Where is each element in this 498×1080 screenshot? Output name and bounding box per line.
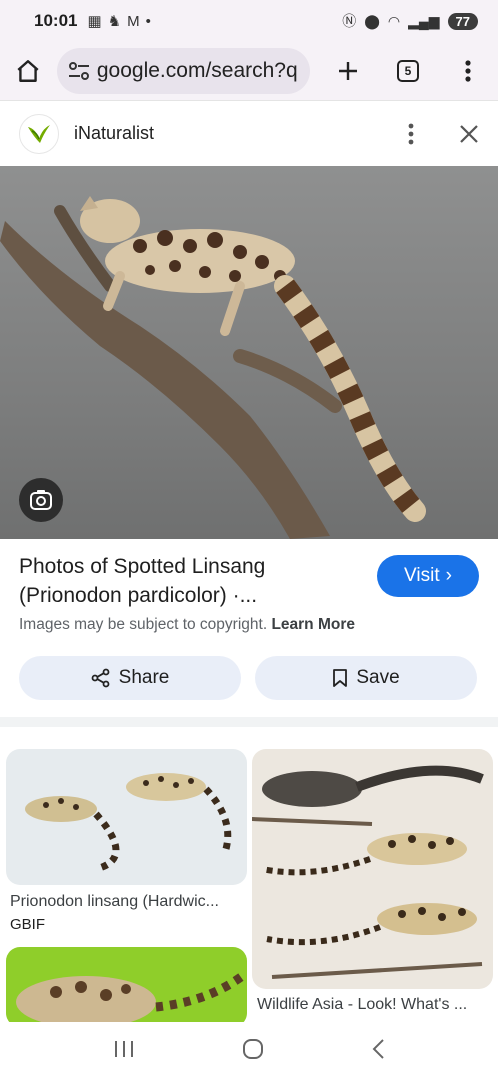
share-label: Share (118, 667, 170, 688)
save-label: Save (356, 667, 400, 688)
calendar-icon: ▦ (87, 13, 102, 30)
lens-icon (30, 490, 52, 510)
source-name: iNaturalist (74, 123, 155, 143)
nfc-icon: Ⓝ (342, 13, 357, 29)
learn-more-link[interactable]: Learn More (271, 616, 355, 633)
visit-label: Visit (404, 565, 440, 586)
save-button[interactable]: Save (255, 656, 477, 700)
result-image[interactable] (0, 166, 498, 539)
tabs-button[interactable]: 5 (378, 42, 438, 100)
omnibox[interactable]: google.com/search?q (56, 48, 310, 94)
share-icon (91, 668, 110, 688)
tune-icon[interactable] (65, 61, 93, 81)
browser-toolbar: google.com/search?q 5 (0, 42, 498, 100)
result-title[interactable]: Photos of Spotted Linsang (Prionodon par… (19, 552, 349, 610)
browser-menu-button[interactable] (438, 42, 498, 100)
related-image-1[interactable] (6, 749, 247, 885)
section-divider (0, 717, 498, 727)
back-button[interactable] (371, 1038, 385, 1065)
share-button[interactable]: Share (19, 656, 241, 700)
more-options-button[interactable] (382, 105, 440, 163)
back-icon (372, 1038, 384, 1059)
source-header: iNaturalist (0, 100, 498, 166)
chevron-right-icon: › (445, 565, 452, 586)
home-button[interactable] (0, 42, 57, 100)
status-bar: 10:01 ▦ ♞ M • Ⓝ ⬤ ◠ ▂▄▆ 77 (0, 0, 498, 42)
home-nav-icon (242, 1038, 263, 1059)
related-image-3[interactable] (6, 947, 247, 1027)
system-nav-bar (0, 1022, 498, 1080)
notification-icons: ▦ ♞ M • (87, 12, 151, 31)
copyright-text: Images may be subject to copyright. (19, 616, 268, 633)
recents-button[interactable] (113, 1039, 135, 1064)
new-tab-button[interactable] (318, 42, 378, 100)
home-nav-button[interactable] (242, 1038, 264, 1065)
signal-icon: ▂▄▆ (408, 12, 440, 29)
more-vert-icon (465, 60, 471, 82)
snapchat-icon: ♞ (107, 13, 122, 30)
dot-icon: • (145, 12, 151, 30)
recents-icon (115, 1040, 134, 1057)
home-icon (17, 60, 39, 82)
inaturalist-logo (19, 113, 59, 154)
location-icon: ⬤ (364, 12, 380, 29)
copyright-notice: Images may be subject to copyright. Lear… (19, 616, 355, 634)
more-vert-icon (408, 123, 414, 144)
status-time: 10:01 (34, 11, 78, 30)
system-icons: Ⓝ ⬤ ◠ ▂▄▆ 77 (342, 11, 478, 31)
url-text: google.com/search?q (96, 59, 298, 82)
battery-indicator: 77 (447, 12, 478, 30)
related-caption-1[interactable]: Prionodon linsang (Hardwic... (10, 893, 219, 911)
tabs-icon: 5 (397, 60, 419, 82)
related-caption-2[interactable]: Wildlife Asia - Look! What's ... (257, 996, 467, 1014)
close-icon (460, 124, 478, 143)
related-image-2[interactable] (252, 749, 493, 989)
gmail-icon: M (127, 12, 140, 30)
wifi-icon: ◠ (387, 12, 401, 29)
bookmark-icon (333, 669, 348, 687)
close-button[interactable] (440, 105, 498, 163)
plus-icon (339, 62, 357, 80)
visit-button[interactable]: Visit › (377, 555, 479, 597)
related-source-1: GBIF (10, 916, 46, 933)
google-lens-button[interactable] (19, 478, 63, 522)
